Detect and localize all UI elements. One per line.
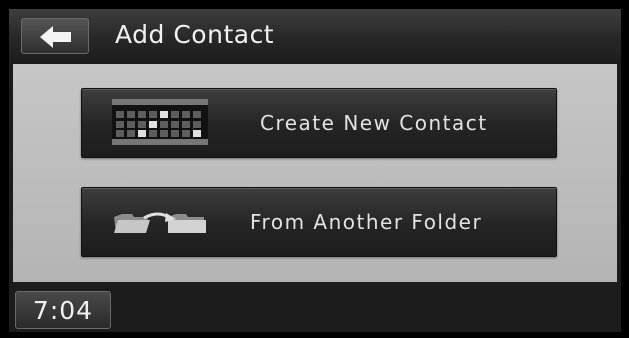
back-button[interactable] (21, 18, 89, 54)
from-another-folder-label: From Another Folder (250, 210, 483, 234)
display-frame: Add Contact Create New Contact From Anot… (0, 0, 629, 338)
from-another-folder-button[interactable]: From Another Folder (81, 187, 557, 257)
screen: Add Contact Create New Contact From Anot… (9, 9, 621, 332)
create-new-contact-button[interactable]: Create New Contact (81, 88, 557, 158)
folder-transfer-icon (114, 212, 206, 233)
clock-button[interactable]: 7:04 (15, 291, 111, 329)
back-arrow-icon (40, 26, 71, 48)
clock-time: 7:04 (32, 296, 94, 325)
keypad-icon (112, 99, 208, 145)
header-bar: Add Contact (9, 9, 621, 61)
page-title: Add Contact (115, 20, 275, 49)
options-panel: Create New Contact From Another Folder (13, 64, 617, 282)
create-new-contact-label: Create New Contact (260, 111, 488, 135)
